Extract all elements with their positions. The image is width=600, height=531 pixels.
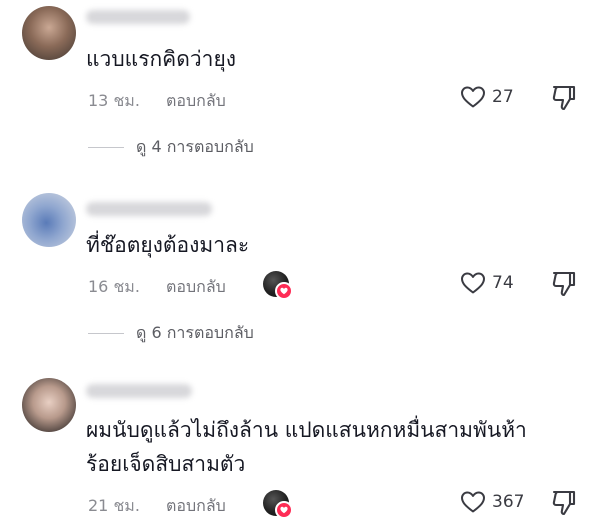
divider-line [88,147,124,148]
creator-heart-badge-icon [275,282,293,300]
creator-liked-avatar [263,490,293,519]
reply-button[interactable]: ตอบกลับ [166,89,226,114]
comment-text-line: ร้อยเจ็ดสิบสามตัว [86,452,246,476]
comment-text-line: ผมนับดูแล้วไม่ถึงล้าน แปดแสนหกหมื่นสามพั… [86,418,527,442]
divider-line [88,333,124,334]
comment-text: ผมนับดูแล้วไม่ถึงล้าน แปดแสนหกหมื่นสามพั… [86,413,527,481]
heart-outline-icon [461,86,485,108]
view-replies-label: ดู 6 การตอบกลับ [136,323,254,342]
heart-outline-icon [461,272,485,294]
view-replies-button[interactable]: ดู 6 การตอบกลับ [88,321,254,346]
view-replies-label: ดู 4 การตอบกลับ [136,137,254,156]
comment-time: 21 ชม. [88,496,140,515]
like-count: 27 [492,87,514,107]
like-button[interactable]: 27 [460,85,514,109]
comment-time: 16 ชม. [88,277,140,296]
reply-button[interactable]: ตอบกลับ [166,275,226,300]
avatar[interactable] [22,6,76,60]
view-replies-button[interactable]: ดู 4 การตอบกลับ [88,135,254,160]
creator-heart-badge-icon [275,501,293,519]
like-button[interactable]: 74 [460,271,514,295]
heart-outline-icon [461,491,485,513]
comment-time: 13 ชม. [88,91,140,110]
like-count: 74 [492,273,514,293]
thumbs-down-icon[interactable] [551,270,577,298]
creator-liked-avatar [263,271,293,300]
username-blurred[interactable] [86,384,192,398]
like-button[interactable]: 367 [460,490,524,514]
username-blurred[interactable] [86,10,190,24]
like-count: 367 [492,492,525,512]
thumbs-down-icon[interactable] [551,489,577,517]
thumbs-down-icon[interactable] [551,84,577,112]
comment-text: แวบแรกคิดว่ายุง [86,42,236,76]
comment-text-line: แวบแรกคิดว่ายุง [86,47,237,71]
comment-text-line: ที่ช๊อตยุงต้องมาละ [86,233,250,257]
username-blurred[interactable] [86,202,212,216]
avatar[interactable] [22,378,76,432]
comment-text: ที่ช๊อตยุงต้องมาละ [86,228,249,262]
avatar[interactable] [22,193,76,247]
reply-button[interactable]: ตอบกลับ [166,494,226,519]
